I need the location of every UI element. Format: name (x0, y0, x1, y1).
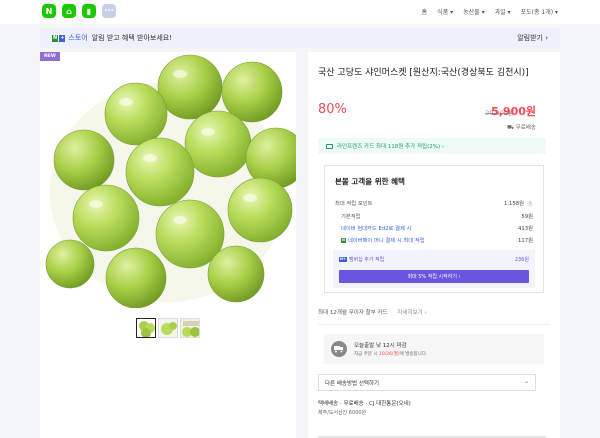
installment-more-link[interactable]: 자세히보기 › (397, 310, 426, 316)
product-main-image[interactable]: NEW (40, 52, 296, 308)
membership-box: N+ 멤버십 추가 적립 236원 최대 5% 적립 시작하기 › (333, 250, 535, 288)
shipping-fee: ⛟ 무료배송 (507, 125, 536, 131)
truck-icon: ⛟ (507, 125, 516, 131)
divider (318, 324, 550, 325)
store-link[interactable]: 스토어 (68, 33, 87, 43)
store-notification-banner: N + 스토어 알림 받고 혜택 받아보세요! 알림받기 › (40, 28, 560, 48)
new-badge: NEW (40, 52, 60, 61)
top-navigation-bar: N ⌂ ▮ ••• 홈 식품 ▾ 농산물 ▾ 과일 ▾ 포도(총 1개) ▾ (0, 0, 600, 24)
subscribe-alert-button[interactable]: 알림받기 › (517, 33, 548, 43)
membership-start-button[interactable]: 최대 5% 적립 시작하기 › (339, 270, 529, 283)
breadcrumb-grape[interactable]: 포도(총 1개) ▾ (521, 7, 558, 16)
breadcrumb: 홈 식품 ▾ 농산물 ▾ 과일 ▾ 포도(총 1개) ▾ (422, 7, 558, 16)
breadcrumb-home[interactable]: 홈 (422, 7, 428, 16)
benefit-box: 본몰 고객을 위한 혜택 최대 적립 포인트 1,158원? 기본적립 59원 … (324, 165, 544, 293)
breadcrumb-fruit[interactable]: 과일 ▾ (495, 7, 511, 16)
product-image-panel: NEW (40, 52, 296, 438)
home-icon[interactable]: ⌂ (62, 4, 76, 18)
max-point-row: 최대 적립 포인트 1,158원? (335, 201, 533, 207)
delivery-title: 오늘출발 낮 12시 마감 (354, 343, 407, 349)
hyundai-card-row[interactable]: 네이버 현대카드 Ed2로 결제 시 413원 (341, 224, 533, 232)
membership-icon: N+ (339, 257, 347, 262)
thumbnail-3[interactable] (180, 318, 200, 338)
bookmark-icon[interactable]: ▮ (82, 4, 96, 18)
thumbnail-1[interactable] (136, 318, 156, 338)
benefit-title: 본몰 고객을 위한 혜택 (335, 177, 405, 186)
today-delivery-box: 오늘출발 낮 12시 마감 지금 주문 시 10/26(월)에 발송합니다. (324, 334, 544, 364)
more-icon[interactable]: ••• (102, 4, 116, 18)
card-promotion-text: 라인프렌즈 카드 최대 118원 추가 적립(2%) › (337, 144, 445, 150)
naver-logo-icon[interactable]: N (42, 4, 56, 18)
card-promotion-bar[interactable]: 라인프렌즈 카드 최대 118원 추가 적립(2%) › (318, 138, 546, 154)
discount-rate: 80% (318, 102, 347, 117)
shipping-method-select[interactable]: 다른 배송방법 선택하기 ⌄ (318, 374, 536, 391)
help-icon[interactable]: ? (527, 201, 533, 207)
product-title: 국산 고당도 샤인머스켓 [원산지:국산(경상북도 김천시)] (318, 68, 529, 78)
npay-logo-icon: N + (52, 34, 66, 42)
banner-message: 알림 받고 혜택 받아보세요! (91, 34, 173, 42)
breadcrumb-produce[interactable]: 농산물 ▾ (463, 7, 484, 16)
credit-card-icon (326, 143, 333, 149)
remote-area-fee: 제주/도서산간 6000원 (318, 410, 367, 416)
npay-money-row[interactable]: N 네이버페이 머니 결제 시 최대 적립 117원 (341, 236, 533, 244)
delivery-truck-icon (331, 341, 347, 357)
sale-price: 5,900원 (491, 105, 536, 118)
npay-icon: N (341, 238, 346, 243)
shipping-info: 택배배송 · 무료배송 · CJ 대한통운(오네) (318, 401, 411, 407)
thumbnail-list (136, 318, 200, 338)
breadcrumb-food[interactable]: 식품 ▾ (437, 7, 453, 16)
grape-photo-image (40, 52, 296, 308)
product-info-panel: 국산 고당도 샤인머스켓 [원산지:국산(경상북도 김천시)] 80% 29,9… (308, 52, 560, 438)
base-point-row: 기본적립 59원 (341, 214, 533, 220)
installment-info: 최대 12개월 무이자 할부 카드 자세히보기 › (318, 310, 427, 316)
chevron-down-icon: ⌄ (523, 378, 529, 385)
thumbnail-2[interactable] (158, 318, 178, 338)
membership-row: N+ 멤버십 추가 적립 236원 (339, 257, 529, 263)
delivery-date: 지금 주문 시 10/26(월)에 발송합니다. (354, 352, 428, 357)
